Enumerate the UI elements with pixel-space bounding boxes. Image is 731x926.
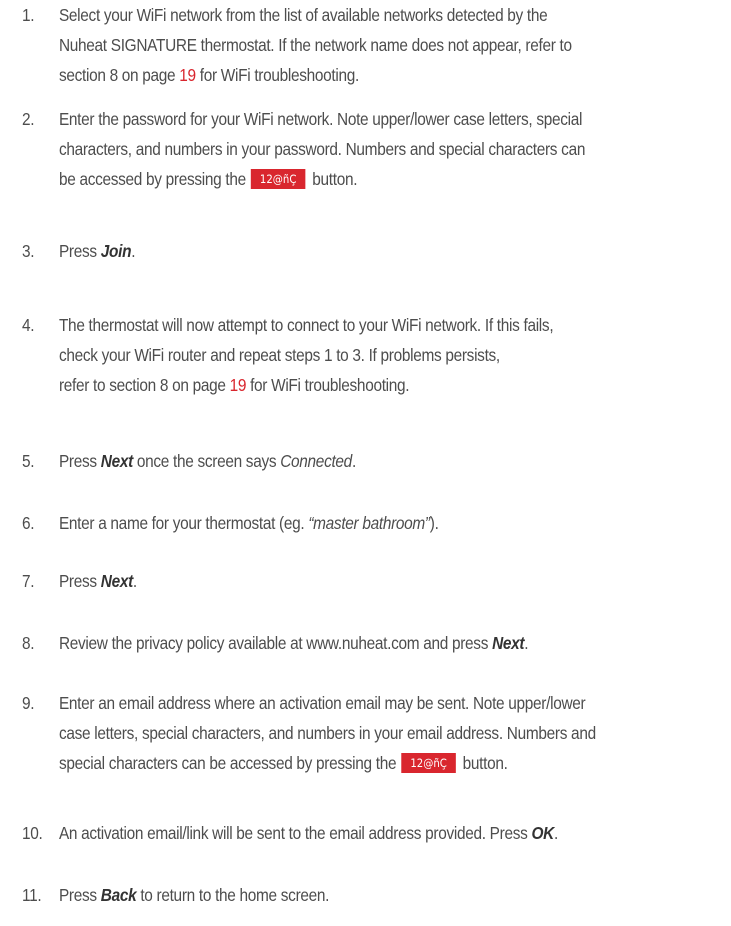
step-number: 7. [22, 571, 35, 591]
step-text-line: Select your WiFi network from the list o… [59, 0, 731, 30]
step-text-line: special characters can be accessed by pr… [59, 748, 731, 778]
text-segment: . [351, 451, 356, 471]
text-segment: button. [312, 169, 358, 189]
text-segment: button. [462, 753, 508, 773]
step-number: 11. [22, 885, 42, 905]
step-text-line: Enter a name for your thermostat (eg. “m… [59, 508, 731, 538]
text-segment: check your WiFi router and repeat steps … [58, 345, 500, 365]
button-name-keyword: Next [492, 633, 525, 653]
text-segment: The thermostat will now attempt to conne… [58, 315, 554, 335]
button-name-keyword: Join [100, 241, 132, 261]
step-text: Enter the password for your WiFi network… [59, 104, 731, 194]
step-text: Select your WiFi network from the list o… [59, 0, 731, 90]
step-text: Press Join. [59, 236, 731, 266]
step-number: 5. [22, 451, 35, 471]
text-segment: . [553, 823, 558, 843]
text-segment: An activation email/link will be sent to… [58, 823, 532, 843]
step-number: 6. [22, 513, 35, 533]
step-text-line: case letters, special characters, and nu… [59, 718, 731, 748]
step-text: An activation email/link will be sent to… [59, 818, 731, 848]
step-text: Press Next once the screen says Connecte… [59, 446, 731, 476]
step-number: 10. [22, 823, 43, 843]
text-segment: ). [429, 513, 439, 533]
step-text-line: Press Next. [59, 566, 731, 596]
text-segment: Press [58, 885, 101, 905]
italic-text: Connected [280, 451, 352, 471]
step-number: 3. [22, 241, 35, 261]
button-name-keyword: Next [100, 451, 133, 471]
text-segment: once the screen says [132, 451, 281, 471]
step-text-line: section 8 on page 19 for WiFi troublesho… [59, 60, 731, 90]
step-number: 2. [22, 109, 35, 129]
italic-text: “master bathroom” [308, 513, 430, 533]
step-text-line: be accessed by pressing the 12@ñÇ button. [59, 164, 731, 194]
step-text-line: Nuheat SIGNATURE thermostat. If the netw… [59, 30, 731, 60]
step-text-line: characters, and numbers in your password… [59, 134, 731, 164]
step-text: Enter an email address where an activati… [59, 688, 731, 778]
step-text: The thermostat will now attempt to conne… [59, 310, 731, 400]
step-text-line: Enter an email address where an activati… [59, 688, 731, 718]
symbols-key-button-graphic: 12@ñÇ [251, 169, 306, 189]
step-text-line: An activation email/link will be sent to… [59, 818, 731, 848]
step-text-line: Press Back to return to the home screen. [59, 880, 731, 910]
step-text: Enter a name for your thermostat (eg. “m… [59, 508, 731, 538]
text-segment: be accessed by pressing the [58, 169, 246, 189]
text-segment: Press [58, 451, 101, 471]
text-segment: Select your WiFi network from the list o… [58, 5, 548, 25]
button-name-keyword: OK [531, 823, 554, 843]
step-text-line: Enter the password for your WiFi network… [59, 104, 731, 134]
text-segment: Press [58, 571, 101, 591]
text-segment: Nuheat SIGNATURE thermostat. If the netw… [58, 35, 572, 55]
button-name-keyword: Back [100, 885, 137, 905]
step-text-line: Press Join. [59, 236, 731, 266]
button-name-keyword: Next [100, 571, 133, 591]
step-number: 1. [22, 5, 35, 25]
step-text: Press Back to return to the home screen. [59, 880, 731, 910]
text-segment: refer to section 8 on page [58, 375, 230, 395]
symbols-key-button-graphic: 12@ñÇ [401, 753, 456, 773]
step-text-line: Review the privacy policy available at w… [59, 628, 731, 658]
text-segment: . [131, 241, 136, 261]
step-text-line: The thermostat will now attempt to conne… [59, 310, 731, 340]
text-segment: Press [58, 241, 101, 261]
step-text-line: check your WiFi router and repeat steps … [59, 340, 731, 370]
text-segment: for WiFi troubleshooting. [195, 65, 360, 85]
text-segment: special characters can be accessed by pr… [58, 753, 397, 773]
step-text-line: Press Next once the screen says Connecte… [59, 446, 731, 476]
step-text: Review the privacy policy available at w… [59, 628, 731, 658]
text-segment: Enter the password for your WiFi network… [58, 109, 583, 129]
text-segment: section 8 on page [58, 65, 180, 85]
step-number: 9. [22, 693, 35, 713]
text-segment: Enter a name for your thermostat (eg. [58, 513, 309, 533]
text-segment: . [524, 633, 529, 653]
step-number: 4. [22, 315, 35, 335]
step-number: 8. [22, 633, 35, 653]
text-segment: Enter an email address where an activati… [58, 693, 586, 713]
text-segment: case letters, special characters, and nu… [58, 723, 596, 743]
step-text-line: refer to section 8 on page 19 for WiFi t… [59, 370, 731, 400]
page-reference-link[interactable]: 19 [179, 65, 196, 85]
text-segment: to return to the home screen. [136, 885, 330, 905]
step-text: Press Next. [59, 566, 731, 596]
text-segment: characters, and numbers in your password… [58, 139, 586, 159]
text-segment: . [132, 571, 137, 591]
page-reference-link[interactable]: 19 [230, 375, 247, 395]
text-segment: for WiFi troubleshooting. [246, 375, 410, 395]
text-segment: Review the privacy policy available at w… [58, 633, 493, 653]
